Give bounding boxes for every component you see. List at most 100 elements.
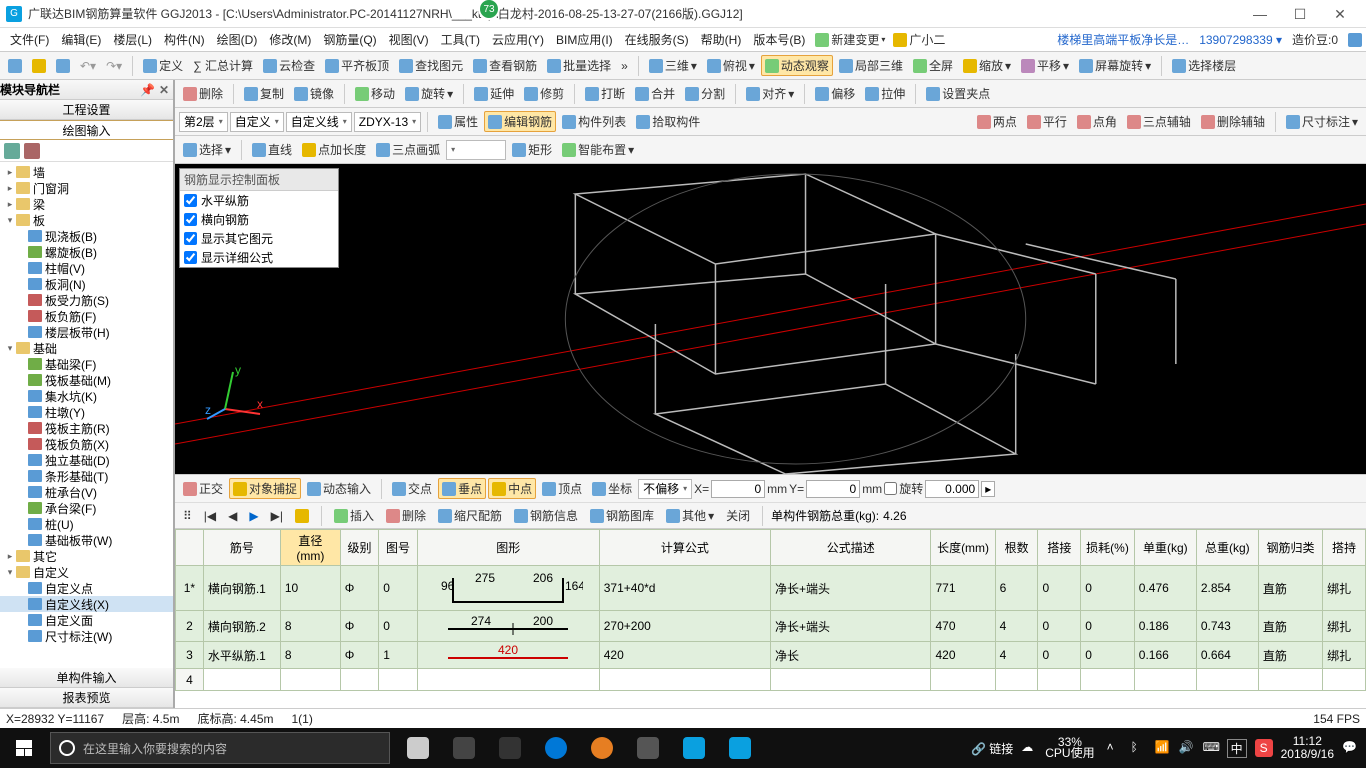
edit-rebar-button[interactable]: 编辑钢筋	[484, 111, 556, 132]
tree-node[interactable]: ▸门窗洞	[0, 180, 173, 196]
pick-component-button[interactable]: 拾取构件	[632, 111, 704, 132]
break-button[interactable]: 打断	[581, 83, 629, 104]
menu-view[interactable]: 视图(V)	[383, 29, 435, 50]
app-icon-6[interactable]	[672, 728, 716, 768]
select-tool-button[interactable]: 选择▾	[179, 139, 235, 160]
account-button[interactable]: 13907298339 ▾	[1199, 33, 1282, 47]
start-button[interactable]	[0, 728, 48, 768]
scale-dist-button[interactable]: 缩尺配筋	[434, 505, 506, 526]
cb-transverse-rebar[interactable]	[184, 213, 197, 226]
col-header[interactable]: 级别	[340, 530, 379, 566]
tab-report-preview[interactable]: 报表预览	[0, 688, 173, 708]
nav-tree[interactable]: ▸墙▸门窗洞▸梁▾板现浇板(B)螺旋板(B)柱帽(V)板洞(N)板受力筋(S)板…	[0, 162, 173, 668]
tree-node[interactable]: 板受力筋(S)	[0, 292, 173, 308]
tree-node[interactable]: 现浇板(B)	[0, 228, 173, 244]
col-header[interactable]: 公式描述	[770, 530, 931, 566]
select-floor-button[interactable]: 选择楼层	[1168, 55, 1240, 76]
category-selector[interactable]: 自定义	[230, 112, 284, 132]
credits-label[interactable]: 造价豆:0	[1292, 31, 1338, 48]
col-header[interactable]: 图号	[379, 530, 418, 566]
cb-show-formula[interactable]	[184, 251, 197, 264]
dyn-input-toggle[interactable]: 动态输入	[303, 478, 375, 499]
col-header[interactable]: 搭持	[1323, 530, 1366, 566]
coord-snap[interactable]: 坐标	[588, 478, 636, 499]
point-angle-button[interactable]: 点角	[1073, 111, 1121, 132]
col-header[interactable]: 直径(mm)	[280, 530, 340, 566]
col-header[interactable]: 长度(mm)	[931, 530, 995, 566]
tree-node[interactable]: 筏板主筋(R)	[0, 420, 173, 436]
tree-node[interactable]: 桩(U)	[0, 516, 173, 532]
rebar-table[interactable]: 筋号直径(mm)级别图号图形计算公式公式描述长度(mm)根数搭接损耗(%)单重(…	[175, 529, 1366, 691]
close-button[interactable]: ✕	[1320, 2, 1360, 26]
minimize-button[interactable]: —	[1240, 2, 1280, 26]
cb-show-other[interactable]	[184, 232, 197, 245]
menu-help[interactable]: 帮助(H)	[695, 29, 748, 50]
vertex-snap[interactable]: 顶点	[538, 478, 586, 499]
maximize-button[interactable]: ☐	[1280, 2, 1320, 26]
nav-last-button[interactable]: ▶|	[267, 507, 287, 525]
marquee-text[interactable]: 楼梯里高端平板净长是…	[1057, 31, 1189, 48]
tree-node[interactable]: 尺寸标注(W)	[0, 628, 173, 644]
menu-edit[interactable]: 编辑(E)	[55, 29, 107, 50]
new-change-button[interactable]: 新建变更▾	[811, 29, 889, 50]
tab-project-settings[interactable]: 工程设置	[0, 100, 173, 120]
point-length-button[interactable]: 点加长度	[298, 139, 370, 160]
tree-node[interactable]: ▾板	[0, 212, 173, 228]
arc-mode-selector[interactable]	[446, 140, 506, 160]
floor-selector[interactable]: 第2层	[179, 112, 228, 132]
col-header[interactable]: 损耗(%)	[1081, 530, 1135, 566]
tree-node[interactable]: 柱帽(V)	[0, 260, 173, 276]
rotate-button[interactable]: 旋转▾	[401, 83, 457, 104]
nav-prev-button[interactable]: ◀	[224, 507, 241, 525]
tree-node[interactable]: 自定义面	[0, 612, 173, 628]
menu-cloud[interactable]: 云应用(Y)	[486, 29, 550, 50]
tree-node[interactable]: 集水坑(K)	[0, 388, 173, 404]
menu-modify[interactable]: 修改(M)	[263, 29, 317, 50]
open-button[interactable]	[28, 57, 50, 75]
tree-node[interactable]: 基础板带(W)	[0, 532, 173, 548]
tree-node[interactable]: 自定义点	[0, 580, 173, 596]
rotate-field[interactable]	[925, 480, 979, 498]
aerial-button[interactable]: 俯视▾	[703, 55, 759, 76]
ime-brand-icon[interactable]: S	[1255, 739, 1273, 757]
collapse-tool-icon[interactable]	[24, 143, 40, 159]
tree-node[interactable]: 楼层板带(H)	[0, 324, 173, 340]
perpendicular-snap[interactable]: 垂点	[438, 478, 486, 499]
tree-node[interactable]: 承台梁(F)	[0, 500, 173, 516]
line-tool-button[interactable]: 直线	[248, 139, 296, 160]
mirror-button[interactable]: 镜像	[290, 83, 338, 104]
attribute-button[interactable]: 属性	[434, 111, 482, 132]
new-button[interactable]	[4, 57, 26, 75]
ime-indicator[interactable]: 中	[1227, 739, 1247, 758]
set-grip-button[interactable]: 设置夹点	[922, 83, 994, 104]
grip-icon[interactable]: ⠿	[179, 507, 196, 525]
fullscreen-button[interactable]: 全屏	[909, 55, 957, 76]
component-selector[interactable]: ZDYX-13	[354, 112, 421, 132]
view-rebar-button[interactable]: 查看钢筋	[469, 55, 541, 76]
tab-single-input[interactable]: 单构件输入	[0, 668, 173, 688]
tree-node[interactable]: ▸墙	[0, 164, 173, 180]
menu-draw[interactable]: 绘图(D)	[211, 29, 264, 50]
menu-file[interactable]: 文件(F)	[4, 29, 55, 50]
intersection-snap[interactable]: 交点	[388, 478, 436, 499]
action-center-icon[interactable]: 💬	[1342, 740, 1358, 756]
menu-tool[interactable]: 工具(T)	[435, 29, 486, 50]
pan-button[interactable]: 平移▾	[1017, 55, 1073, 76]
tree-node[interactable]: 桩承台(V)	[0, 484, 173, 500]
sum-calc-button[interactable]: ∑ 汇总计算	[189, 55, 257, 76]
local-3d-button[interactable]: 局部三维	[835, 55, 907, 76]
taskview-button[interactable]	[396, 728, 440, 768]
col-header[interactable]: 单重(kg)	[1134, 530, 1196, 566]
undo-button[interactable]: ↶▾	[76, 57, 100, 75]
close-panel-icon[interactable]: ✕	[159, 83, 169, 97]
volume-icon[interactable]: 🔊	[1179, 740, 1195, 756]
menu-online[interactable]: 在线服务(S)	[619, 29, 695, 50]
viewport-3d[interactable]: 钢筋显示控制面板 水平纵筋 横向钢筋 显示其它图元 显示详细公式 x y z	[175, 164, 1366, 474]
tree-node[interactable]: 螺旋板(B)	[0, 244, 173, 260]
extend-button[interactable]: 延伸	[470, 83, 518, 104]
cloud-check-button[interactable]: 云检查	[259, 55, 319, 76]
tree-node[interactable]: 柱墩(Y)	[0, 404, 173, 420]
delete-row-button[interactable]: 删除	[382, 505, 430, 526]
pin-icon[interactable]: 📌	[140, 83, 155, 97]
three-point-aux-button[interactable]: 三点辅轴	[1123, 111, 1195, 132]
